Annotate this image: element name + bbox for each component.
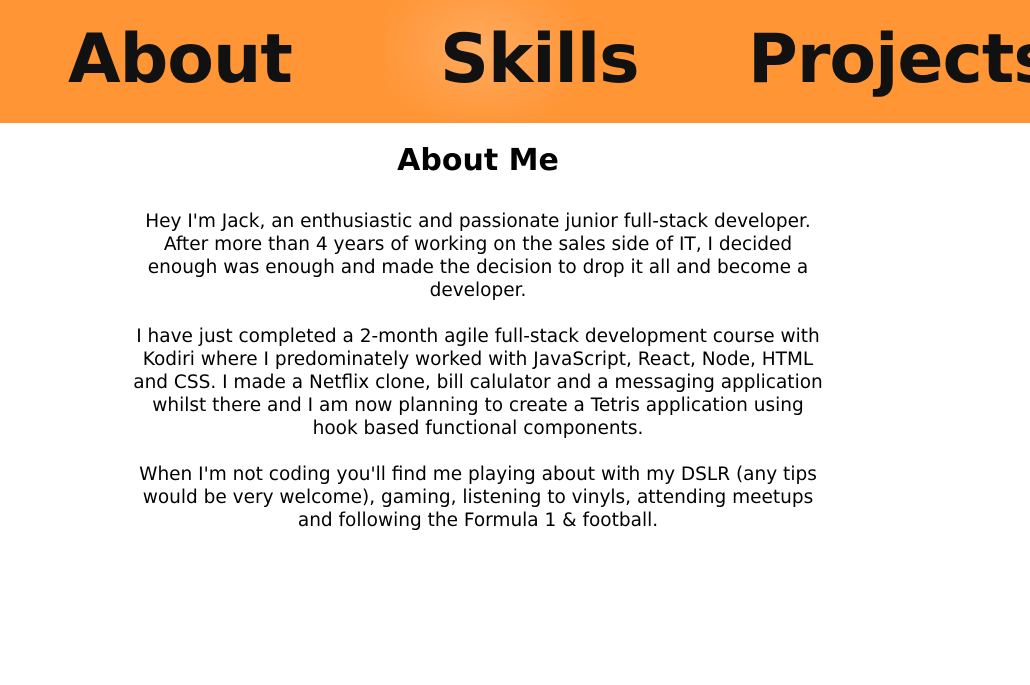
- nav-link-about[interactable]: About: [68, 22, 293, 98]
- about-paragraph-hobbies: When I'm not coding you'll find me playi…: [139, 464, 817, 531]
- top-navigation: About Skills Projects: [0, 0, 1030, 123]
- nav-link-projects[interactable]: Projects: [748, 22, 1030, 98]
- nav-link-skills[interactable]: Skills: [440, 22, 640, 98]
- about-title: About Me: [397, 143, 559, 178]
- about-section: About Me Hey I'm Jack, an enthusiastic a…: [0, 123, 956, 532]
- about-paragraph-intro: Hey I'm Jack, an enthusiastic and passio…: [145, 211, 811, 301]
- about-paragraph-course: I have just completed a 2-month agile fu…: [133, 326, 823, 439]
